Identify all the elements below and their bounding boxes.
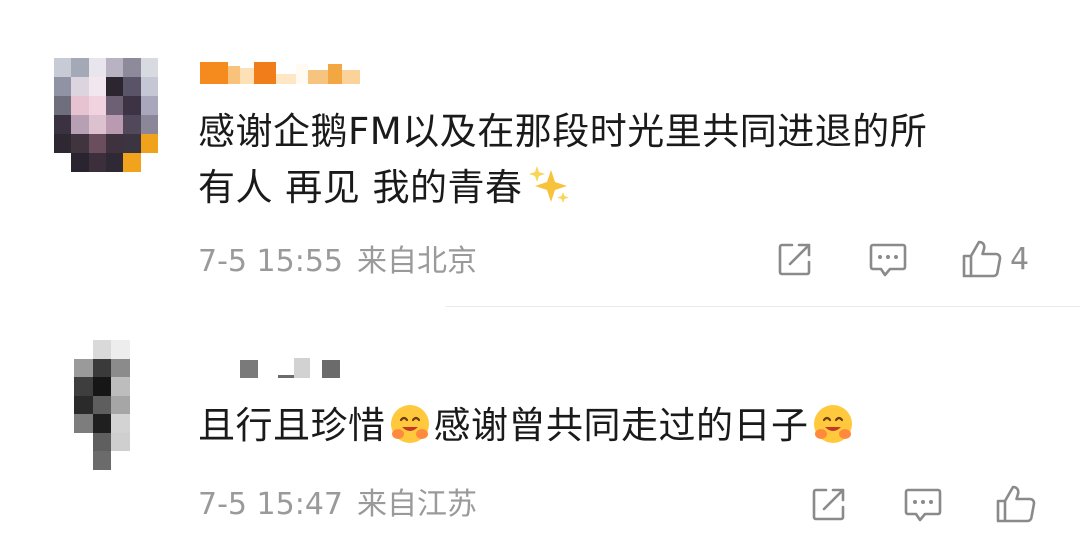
username-2[interactable] [240, 356, 340, 378]
comment-text-part-1: 且行且珍惜 [198, 404, 386, 447]
like-count: 4 [1010, 241, 1030, 277]
comment-text-2: 且行且珍惜 感谢曾共同走过的日子 [198, 398, 1058, 454]
share-icon [778, 243, 811, 276]
comment-text-part-2: 感谢曾共同走过的日子 [433, 404, 809, 447]
like-icon [962, 240, 1002, 278]
comment-text-line-2-text: 有人 再见 我的青春 [198, 166, 523, 209]
like-icon [996, 485, 1036, 523]
avatar-2[interactable] [74, 340, 130, 470]
share-icon [812, 488, 845, 521]
share-button[interactable] [810, 485, 848, 523]
like-button[interactable] [994, 483, 1038, 525]
comment-location: 来自江苏 [357, 487, 477, 522]
username-1[interactable] [200, 60, 360, 84]
comment-text-line-2: 有人 再见 我的青春 [198, 160, 1058, 216]
comment-meta-1: 7-5 15:55 来自北京 [198, 244, 477, 280]
like-button[interactable]: 4 [960, 238, 1029, 280]
comment-meta-2: 7-5 15:47 来自江苏 [198, 487, 477, 523]
comment-text-line-1: 感谢企鹅FM以及在那段时光里共同进退的所 [198, 110, 928, 153]
sparkles-icon [528, 166, 569, 203]
comment-button[interactable] [868, 241, 908, 279]
avatar-1[interactable] [54, 58, 158, 172]
hugging-face-icon [390, 405, 429, 443]
comment-location: 来自北京 [357, 244, 477, 279]
hugging-face-icon [813, 405, 852, 443]
comment-item-1: 感谢企鹅FM以及在那段时光里共同进退的所 有人 再见 我的青春 7-5 15:5… [0, 0, 1080, 307]
comment-item-2: 且行且珍惜 感谢曾共同走过的日子 7-5 15:47 来自江苏 [0, 307, 1080, 541]
share-button[interactable] [776, 240, 814, 278]
comment-icon [904, 488, 942, 522]
comment-time: 7-5 15:47 [198, 487, 343, 522]
comment-time: 7-5 15:55 [198, 244, 343, 279]
comment-icon [869, 243, 907, 277]
comment-text-1: 感谢企鹅FM以及在那段时光里共同进退的所 有人 再见 我的青春 [198, 104, 1058, 216]
comment-button[interactable] [903, 486, 943, 524]
